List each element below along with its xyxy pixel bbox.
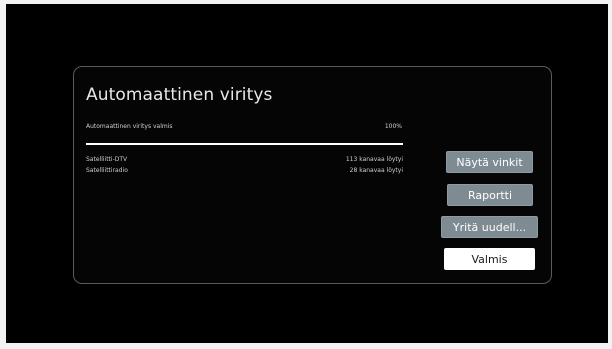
auto-tuning-dialog: Automaattinen viritys Automaattinen viri… [73,66,552,284]
result-count: 28 kanavaa löytyi [349,167,403,174]
dialog-title: Automaattinen viritys [86,85,273,105]
result-row-satellite-radio: Satelliittiradio 28 kanavaa löytyi [86,167,403,176]
result-count: 113 kanavaa löytyi [345,156,403,163]
result-row-satellite-dtv: Satelliitti-DTV 113 kanavaa löytyi [86,156,403,165]
tv-screen: Automaattinen viritys Automaattinen viri… [6,4,608,343]
retry-button[interactable]: Yritä uudell... [441,216,538,238]
report-button[interactable]: Raportti [447,184,533,206]
tuning-progress-fill [86,143,403,145]
show-tips-button[interactable]: Näytä vinkit [446,151,533,173]
tuning-status-label: Automaattinen viritys valmis [86,123,173,130]
result-name: Satelliittiradio [86,167,128,174]
tuning-progress-bar [86,143,403,145]
result-name: Satelliitti-DTV [86,156,128,163]
tuning-percent: 100% [384,123,402,130]
done-button[interactable]: Valmis [444,248,535,270]
